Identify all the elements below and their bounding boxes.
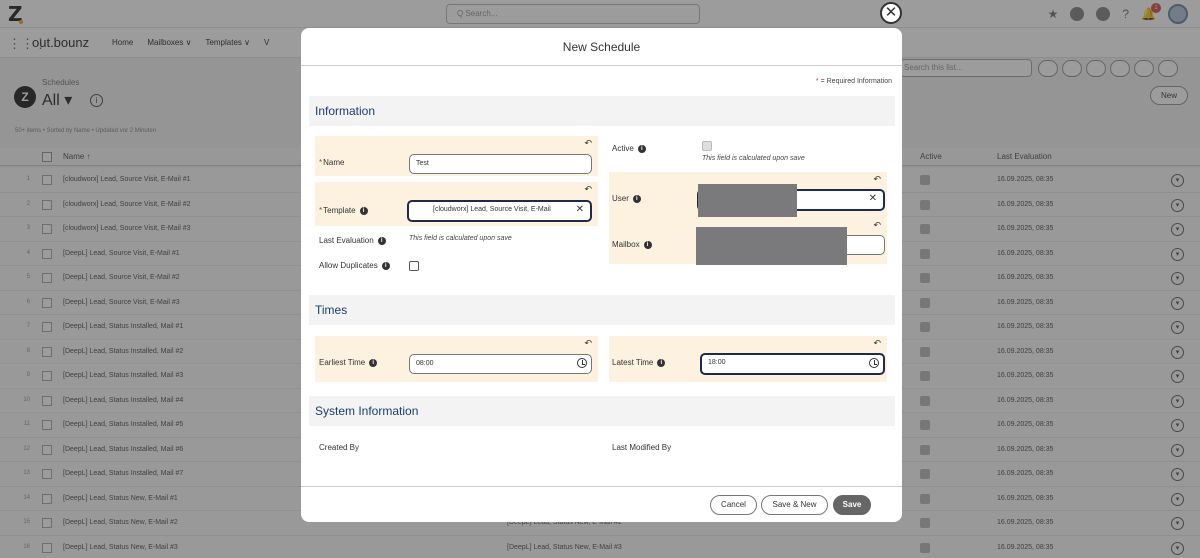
undo-icon[interactable]: ↶ xyxy=(584,185,592,195)
info-icon: i xyxy=(369,358,378,367)
section-times[interactable]: Times xyxy=(309,295,895,325)
last-evaluation-label: Last Evaluation i xyxy=(319,236,386,245)
earliest-time-label: Earliest Time i xyxy=(319,358,378,367)
clear-icon[interactable]: ✕ xyxy=(869,191,877,207)
earliest-time-input[interactable]: 08:00 xyxy=(409,354,592,374)
active-checkbox xyxy=(702,141,712,151)
cancel-button[interactable]: Cancel xyxy=(710,495,757,515)
active-note: This field is calculated upon save xyxy=(702,155,805,162)
template-label: *Template i xyxy=(319,206,368,215)
latest-time-field-wrap: ↶ Latest Time i 18:00 xyxy=(609,336,887,382)
latest-time-label: Latest Time i xyxy=(612,358,666,367)
latest-time-input[interactable]: 18:00 xyxy=(700,353,885,375)
required-legend: * = Required Information xyxy=(815,78,892,85)
clock-icon[interactable] xyxy=(869,358,879,368)
mailbox-label: Mailbox i xyxy=(612,240,652,249)
user-mailbox-field-wrap: ↶ User i ✕ ↶ Mailbox i xyxy=(609,172,887,265)
new-schedule-modal: New Schedule * = Required Information In… xyxy=(301,28,902,522)
undo-icon[interactable]: ↶ xyxy=(584,139,592,149)
modal-footer: Cancel Save & New Save xyxy=(301,486,902,522)
section-system-information[interactable]: System Information xyxy=(309,396,895,426)
earliest-time-field-wrap: ↶ Earliest Time i 08:00 xyxy=(315,336,598,382)
info-icon: i xyxy=(643,240,652,249)
allow-duplicates-label: Allow Duplicates i xyxy=(319,261,390,270)
name-field-wrap: ↶ *Name Test xyxy=(315,136,598,176)
close-icon[interactable]: ✕ xyxy=(880,2,902,24)
template-value: [cloudworx] Lead, Source Visit, E-Mail xyxy=(433,206,551,213)
user-label: User i xyxy=(612,194,641,203)
template-field-wrap: ↶ *Template i [cloudworx] Lead, Source Vi… xyxy=(315,182,598,226)
undo-icon[interactable]: ↶ xyxy=(873,175,881,185)
last-evaluation-note: This field is calculated upon save xyxy=(409,235,512,242)
save-and-new-button[interactable]: Save & New xyxy=(761,495,828,515)
info-icon: i xyxy=(377,236,386,245)
undo-icon[interactable]: ↶ xyxy=(873,221,881,231)
info-icon: i xyxy=(632,194,641,203)
clear-icon[interactable]: ✕ xyxy=(572,202,584,218)
undo-icon[interactable]: ↶ xyxy=(873,339,881,349)
undo-icon[interactable]: ↶ xyxy=(584,339,592,349)
redacted-mailbox xyxy=(696,227,847,265)
last-modified-by-label: Last Modified By xyxy=(612,443,672,452)
info-icon: i xyxy=(657,358,666,367)
section-information[interactable]: Information xyxy=(309,96,895,126)
info-icon: i xyxy=(381,261,390,270)
info-icon: i xyxy=(359,206,368,215)
created-by-label: Created By xyxy=(319,443,360,452)
redacted-user xyxy=(698,184,797,217)
template-lookup-input[interactable]: [cloudworx] Lead, Source Visit, E-Mail ✕ xyxy=(407,200,592,222)
active-label: Active i xyxy=(612,144,646,153)
allow-duplicates-checkbox[interactable] xyxy=(409,261,419,271)
clock-icon[interactable] xyxy=(577,358,587,368)
name-label: *Name xyxy=(319,158,345,167)
name-input[interactable]: Test xyxy=(409,154,592,174)
info-icon: i xyxy=(637,144,646,153)
save-button[interactable]: Save xyxy=(833,495,871,515)
modal-title: New Schedule xyxy=(301,28,902,66)
